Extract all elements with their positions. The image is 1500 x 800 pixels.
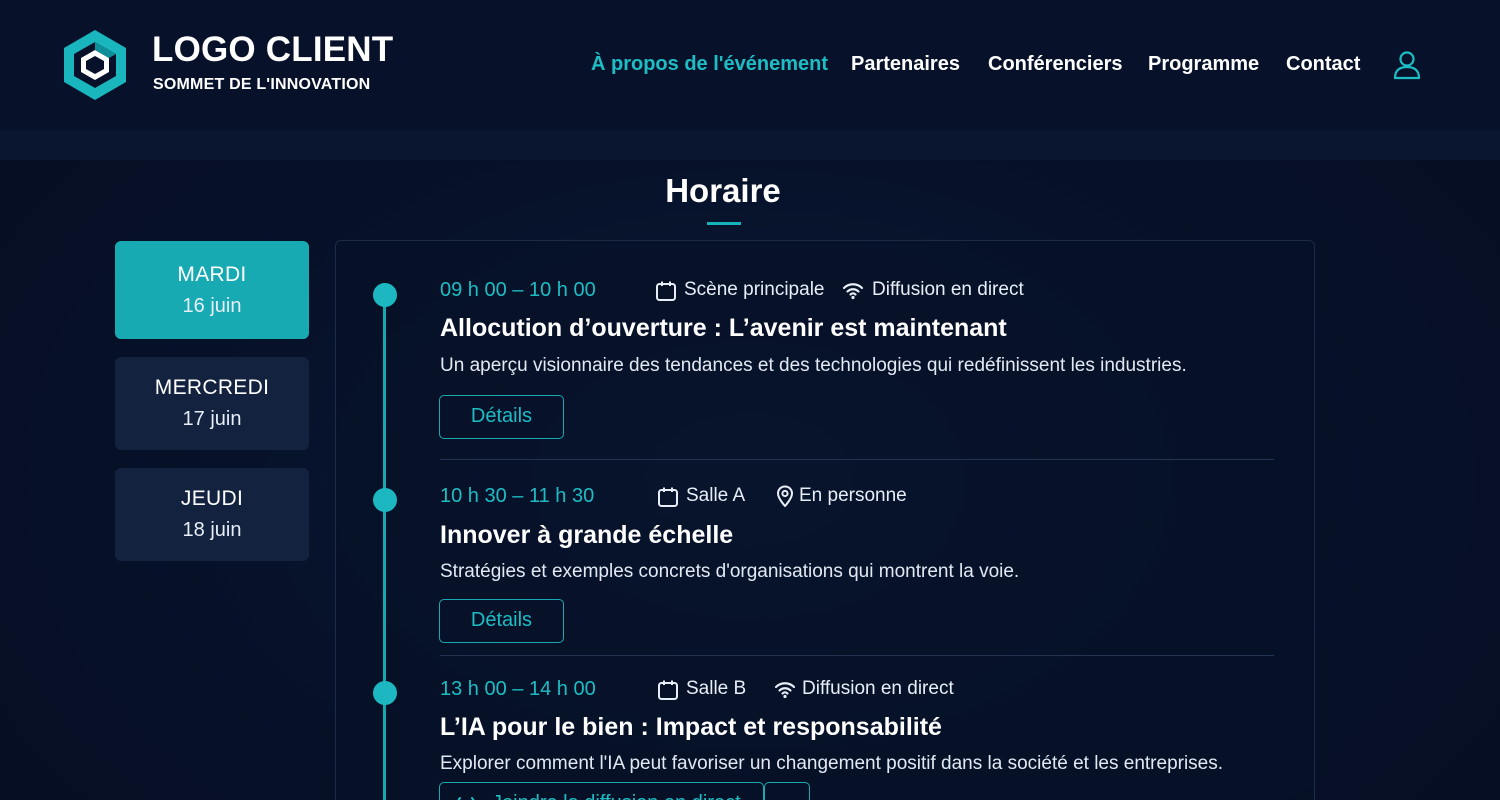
session-description: Explorer comment l'IA peut favoriser un … <box>440 753 1224 774</box>
client-logo-icon[interactable] <box>62 28 128 102</box>
nav-program[interactable]: Programme <box>1148 53 1259 79</box>
calendar-icon <box>658 487 678 507</box>
user-icon[interactable] <box>1392 50 1422 80</box>
session-title: L’IA pour le bien : Impact et responsabi… <box>440 713 942 741</box>
calendar-icon <box>658 680 678 700</box>
day-tab-wednesday[interactable]: MERCREDI 17 juin <box>115 357 309 450</box>
session-title: Allocution d’ouverture : L’avenir est ma… <box>440 314 1007 342</box>
wifi-icon <box>842 283 864 300</box>
session-description: Stratégies et exemples concrets d'organi… <box>440 561 1020 582</box>
session-divider <box>440 655 1274 656</box>
wifi-icon <box>774 682 796 699</box>
day-tab-name: MERCREDI <box>154 376 270 399</box>
nav-about[interactable]: À propos de l'événement <box>591 53 828 79</box>
session-mode: Diffusion en direct <box>802 678 954 699</box>
brand-subtitle: SOMMET DE L'INNOVATION <box>153 76 371 93</box>
site-header: LOGO CLIENT SOMMET DE L'INNOVATION À pro… <box>0 0 1500 130</box>
details-button[interactable]: Détails <box>439 599 564 643</box>
session-room: Scène principale <box>684 279 825 300</box>
session-time: 09 h 00 – 10 h 00 <box>440 279 596 301</box>
day-tab-date: 16 juin <box>182 295 242 317</box>
timeline-dot <box>373 283 397 307</box>
session-time: 10 h 30 – 11 h 30 <box>440 485 595 507</box>
session-description: Un aperçu visionnaire des tendances et d… <box>440 355 1187 376</box>
section-title: Horaire <box>665 172 781 209</box>
timeline-dot <box>373 488 397 512</box>
day-tab-name: MARDI <box>177 263 247 286</box>
day-tab-date: 18 juin <box>182 519 242 541</box>
calendar-icon <box>656 281 676 301</box>
nav-partners[interactable]: Partenaires <box>851 53 960 79</box>
session-room: Salle A <box>686 485 746 506</box>
details-button[interactable]: Détails <box>439 395 564 439</box>
session-title: Innover à grande échelle <box>440 521 734 549</box>
session-time: 13 h 00 – 14 h 00 <box>440 678 596 700</box>
session-divider <box>440 459 1274 460</box>
share-button[interactable] <box>764 782 810 800</box>
day-tab-name: JEUDI <box>180 487 244 510</box>
join-live-label: Joindre la diffusion en direct <box>492 792 741 800</box>
page: LOGO CLIENT SOMMET DE L'INNOVATION À pro… <box>0 0 1500 800</box>
day-tab-tuesday[interactable]: MARDI 16 juin <box>115 241 309 339</box>
nav-contact[interactable]: Contact <box>1286 53 1360 79</box>
header-band <box>0 130 1500 160</box>
session-mode: En personne <box>799 485 907 506</box>
location-pin-icon <box>776 485 794 507</box>
timeline-line <box>383 295 386 800</box>
nav-speakers[interactable]: Conférenciers <box>988 53 1123 79</box>
session-room: Salle B <box>686 678 747 699</box>
timeline-dot <box>373 681 397 705</box>
day-tab-thursday[interactable]: JEUDI 18 juin <box>115 468 309 561</box>
broadcast-icon <box>457 797 475 800</box>
join-live-button[interactable]: Joindre la diffusion en direct <box>439 782 764 800</box>
title-underline <box>707 222 741 225</box>
brand-title[interactable]: LOGO CLIENT <box>152 30 393 70</box>
day-tab-date: 17 juin <box>182 408 242 430</box>
session-mode: Diffusion en direct <box>872 279 1024 300</box>
